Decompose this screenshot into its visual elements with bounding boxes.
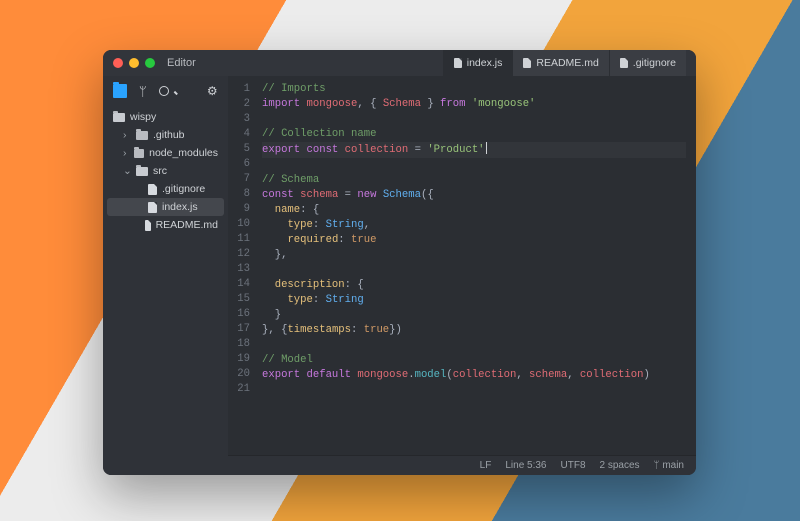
text-cursor	[486, 142, 487, 154]
status-indent[interactable]: 2 spaces	[600, 460, 640, 471]
folder-icon	[134, 149, 144, 158]
extensions-icon[interactable]	[183, 84, 197, 98]
tree-label: node_modules	[149, 147, 218, 159]
file-icon	[148, 202, 157, 213]
status-encoding[interactable]: UTF8	[561, 460, 586, 471]
tab-label: README.md	[536, 57, 598, 69]
chevron-down-icon: ⌄	[123, 165, 131, 177]
tree-label: README.md	[156, 219, 218, 231]
editor-window: Editor index.js README.md .gitignore wispy…	[103, 50, 696, 475]
tab-label: index.js	[467, 57, 503, 69]
status-branch[interactable]: ᛘ main	[654, 460, 684, 471]
tree-label: src	[153, 165, 167, 177]
chevron-right-icon: ›	[123, 129, 131, 141]
tree-label: .gitignore	[162, 183, 205, 195]
close-icon[interactable]	[113, 58, 123, 68]
tree-folder-src[interactable]: ⌄ src	[107, 162, 224, 180]
file-tree: wispy › .github › node_modules ⌄ src .gitignore…	[107, 108, 224, 234]
folder-icon	[113, 113, 125, 122]
line-number-gutter: 123456789101112131415161718192021	[228, 76, 258, 455]
tree-file-README-md[interactable]: README.md	[107, 216, 224, 234]
tree-root[interactable]: wispy	[107, 108, 224, 126]
tree-file--gitignore[interactable]: .gitignore	[107, 180, 224, 198]
window-controls	[113, 58, 155, 68]
tree-label: wispy	[130, 111, 156, 123]
tab-README-md[interactable]: README.md	[512, 50, 608, 76]
tab-index-js[interactable]: index.js	[443, 50, 513, 76]
file-icon	[145, 220, 151, 231]
file-icon	[620, 58, 628, 68]
file-icon	[148, 184, 157, 195]
folder-icon	[136, 167, 148, 176]
sidebar: wispy › .github › node_modules ⌄ src .gitignore…	[103, 76, 228, 475]
source-control-icon[interactable]	[137, 84, 149, 98]
titlebar[interactable]: Editor index.js README.md .gitignore	[103, 50, 696, 76]
chevron-right-icon: ›	[123, 147, 129, 159]
tab--gitignore[interactable]: .gitignore	[609, 50, 686, 76]
code-content[interactable]: // Importsimport mongoose, { Schema } fr…	[258, 76, 696, 455]
tab-bar: index.js README.md .gitignore	[443, 50, 686, 76]
window-title: Editor	[167, 57, 196, 69]
tree-file-index-js[interactable]: index.js	[107, 198, 224, 216]
maximize-icon[interactable]	[145, 58, 155, 68]
explorer-icon[interactable]	[113, 84, 127, 98]
settings-icon[interactable]	[207, 84, 219, 98]
file-icon	[454, 58, 462, 68]
tree-label: .github	[153, 129, 185, 141]
search-icon[interactable]	[159, 84, 173, 98]
tree-label: index.js	[162, 201, 198, 213]
activity-bar	[107, 82, 224, 104]
status-cursor[interactable]: Line 5:36	[505, 460, 546, 471]
tree-folder-node_modules[interactable]: › node_modules	[107, 144, 224, 162]
status-bar: LF Line 5:36 UTF8 2 spaces ᛘ main	[228, 455, 696, 475]
file-icon	[523, 58, 531, 68]
tree-folder--github[interactable]: › .github	[107, 126, 224, 144]
editor-area: 123456789101112131415161718192021 // Imp…	[228, 76, 696, 475]
status-eol[interactable]: LF	[480, 460, 492, 471]
minimize-icon[interactable]	[129, 58, 139, 68]
tab-label: .gitignore	[633, 57, 676, 69]
code-editor[interactable]: 123456789101112131415161718192021 // Imp…	[228, 76, 696, 455]
folder-icon	[136, 131, 148, 140]
